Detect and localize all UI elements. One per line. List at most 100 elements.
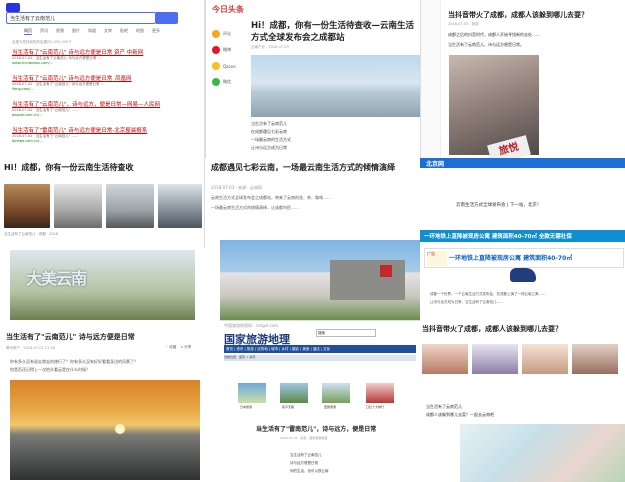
article-line: 让诗与远方成为日常: [251, 145, 287, 150]
article-line: 成都一个世界，一个云南生活方式发布会，在成都上演了一场云南之美……: [430, 292, 546, 296]
tab[interactable]: 资讯: [40, 28, 48, 35]
share-sidebar: [421, 0, 441, 158]
favorite-button[interactable]: ♡ 收藏: [165, 345, 176, 350]
thumb-image[interactable]: [366, 383, 394, 403]
news-headline[interactable]: 云南生活方式全球发布会 | 下一站，北京！: [456, 202, 541, 208]
portal-header: 北京网: [420, 158, 625, 168]
result-url[interactable]: ifeng.com/...: [12, 87, 197, 91]
search-button[interactable]: [156, 12, 178, 24]
portal-logo[interactable]: 北京网: [426, 159, 444, 168]
thumb-image[interactable]: [238, 383, 266, 403]
article-actions: ♡ 收藏 < 分享: [165, 345, 191, 350]
lobby-photo: [158, 184, 202, 228]
article-meta: 2018-07-02 · 来源：国家旅游地理: [280, 436, 328, 440]
city-skyline-image: [251, 55, 420, 117]
article-line: 一场最云南的生活方式: [251, 137, 291, 142]
building-photo-panel: [220, 240, 420, 320]
article-meta: 云南产业 · 2018-07-03: [251, 45, 289, 49]
wechat-icon: [212, 78, 220, 86]
illustration-image: [460, 424, 625, 482]
search-result: 当生活有了"雷南范儿" 诗与远方便是日常-北京屋晨报系 2018-07-02 ·…: [12, 126, 197, 143]
article-title: 当抖音带火了成都，成都人该躲到哪儿去耍？: [422, 325, 562, 333]
result-title-link[interactable]: 当生活有了"云南范儿"，诗与远方，便是日常—网易—人民网: [12, 100, 197, 108]
tab[interactable]: 贴吧: [120, 28, 128, 35]
site-search-input[interactable]: 搜索: [316, 329, 376, 337]
ad-banner[interactable]: 一环地铁上直降被现房公寓 建筑面积40-70㎡ 全款无需社保: [420, 230, 625, 242]
article-line: 你有多久没有说走就走的旅行了？你有多久没有好好看看身边的风景了？: [10, 359, 138, 364]
thumb-photo[interactable]: [572, 344, 618, 374]
thumb-photo[interactable]: [522, 344, 568, 374]
article-title: Hi！成都，你有一份生活待查收—云南生活方式全球发布会之成都站: [251, 21, 415, 43]
article-line: 成都人该躲到哪儿去耍？一起去云南吧: [426, 412, 494, 417]
search-input[interactable]: 当生活有了云南范儿: [6, 12, 156, 24]
result-url[interactable]: bjnews.com.cn/...: [12, 139, 197, 143]
thumb-image[interactable]: [322, 383, 350, 403]
tourism-site-panel: 中国旅游地理网 · cntgol.com 国家旅游地理 搜索 首页 | 资讯 |…: [220, 320, 420, 482]
tab[interactable]: 视频: [56, 28, 64, 35]
thumb-image[interactable]: [280, 383, 308, 403]
garden-hero-image: 大美云南: [10, 250, 195, 320]
qzone-icon: [212, 62, 220, 70]
tab[interactable]: 更多: [152, 28, 160, 35]
share-comment[interactable]: 评论: [212, 30, 242, 38]
article-title: 当生活有了"雷南范儿"，诗与远方，便是日常: [256, 426, 377, 433]
street-sign-photo: 旅悦: [449, 55, 539, 158]
article-line: 让诗与远方成为日常，当生活有了云南范儿……: [430, 300, 504, 304]
room-photo: [106, 184, 154, 228]
tab[interactable]: 文库: [104, 28, 112, 35]
tab[interactable]: 网页: [24, 28, 32, 35]
tencent-article-panel: 大美云南 当生活有了"云南范儿" 诗与远方便是日常 腾讯房产 · 2018-07…: [0, 248, 205, 482]
comment-icon: [212, 30, 220, 38]
sunset-photo: [10, 380, 200, 480]
office-photo: [54, 184, 102, 228]
result-title-link[interactable]: 当生活有了"云南范儿" 诗与远方便是日常_凤凰网: [12, 74, 197, 82]
article-title: 当生活有了"云南范儿" 诗与远方便是日常: [6, 333, 135, 341]
thumb-label: 日本旅游: [240, 405, 253, 409]
douyin-repost-panel: 广告 一环地铁上直降被现房公寓 建筑面积40-70㎡ 成都一个世界，一个云南生活…: [420, 248, 625, 482]
search-results-panel: 当生活有了云南范儿 网页 资讯 视频 图片 知道 文库 贴吧 地图 更多 百度为…: [0, 0, 205, 158]
share-weibo[interactable]: 微博: [212, 46, 242, 54]
article-line: 当生活有了云南范儿，诗与远方便是日常。: [448, 42, 524, 47]
thumb-label: 口红十大排行: [366, 405, 385, 409]
yunnan-article-panel: 成都遇见七彩云南，一场最云南生活方式的倾情演绎 2018-07-03 · 来源：…: [205, 158, 420, 246]
share-qzone[interactable]: Qzone: [212, 62, 242, 70]
toutiao-logo[interactable]: 今日头条: [212, 4, 244, 15]
thumb-label: 西部旅游: [324, 405, 337, 409]
sign-text: 旅悦: [487, 135, 531, 158]
result-url[interactable]: www.chinanews.com/...: [12, 61, 197, 65]
article-title: 成都遇见七彩云南，一场最云南生活方式的倾情演绎: [211, 163, 395, 172]
site-nav[interactable]: 首页 | 资讯 | 旅游 | 目的地 | 城市 | 乡村 | 摄影 | 美食 |…: [224, 345, 416, 353]
building: [330, 260, 405, 300]
article-meta: 2018-07-03 · 来源：云南网: [211, 185, 263, 190]
tab[interactable]: 知道: [88, 28, 96, 35]
thumb-label: 和平天路: [282, 405, 295, 409]
article-meta: 腾讯房产 · 2018-07-02 11:26: [6, 346, 55, 350]
share-wechat[interactable]: 微信: [212, 78, 242, 86]
search-engine-logo[interactable]: [6, 3, 20, 12]
article-line: 当生活有了云南范儿: [426, 404, 462, 409]
search-tabs: 网页 资讯 视频 图片 知道 文库 贴吧 地图 更多: [24, 28, 160, 35]
article-line: 云南生活方式全球发布会之成都站，带来了云南的花、茶、咖啡……: [211, 195, 331, 200]
tab[interactable]: 图片: [72, 28, 80, 35]
sun-glow: [115, 424, 125, 434]
thumb-photo[interactable]: [472, 344, 518, 374]
article-title: 当抖音带火了成都，成都人该躲到哪儿去耍？: [448, 11, 588, 19]
thumb-photo[interactable]: [422, 344, 468, 374]
ad-banner[interactable]: 广告 一环地铁上直降被现房公寓 建筑面积40-70㎡: [424, 248, 624, 268]
douyin-article-panel: 当抖音带火了成都，成都人该躲到哪儿去耍？ 2018-07-03 · 阅读 成都之…: [420, 0, 625, 158]
result-title-link[interactable]: 当生活有了"云南范儿" 诗与远方便是日常 资产 中新网: [12, 48, 197, 56]
result-url[interactable]: people.com.cn/...: [12, 113, 197, 117]
article-meta: 2018-07-03 · 阅读: [448, 22, 479, 26]
article-line: 你是否还记得上一次抬头看云是在什么时候？: [10, 367, 90, 372]
article-line: 当生活有了云南范儿: [251, 121, 287, 126]
article-heading[interactable]: Hi！成都，你有一份云南生活待查收: [4, 162, 133, 173]
ad-text[interactable]: 一环地铁上直降被现房公寓 建筑面积40-70㎡: [449, 253, 572, 262]
share-button[interactable]: < 分享: [180, 345, 191, 350]
article-line: 成都之后的抖音时代，成都人开始寻找新的去处……: [448, 32, 540, 37]
tab[interactable]: 地图: [136, 28, 144, 35]
toutiao-article-panel: 今日头条 评论 微博 Qzone 微信 Hi！成都，你有一份生活待查收—云南生活…: [205, 0, 420, 158]
article-line: 当生活有了云南范儿: [290, 453, 322, 457]
result-title-link[interactable]: 当生活有了"雷南范儿" 诗与远方便是日常-北京屋晨报系: [12, 126, 197, 134]
red-logo-mark: [380, 265, 392, 277]
article-line: 诗与远方便是日常: [290, 461, 318, 465]
